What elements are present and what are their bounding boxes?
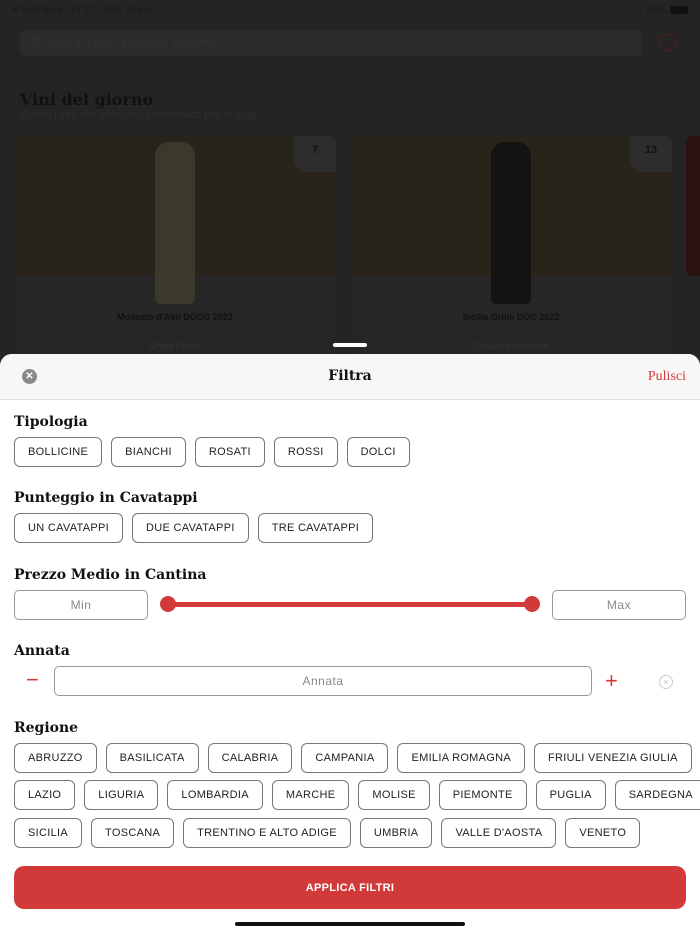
regione-chip[interactable]: CALABRIA <box>207 743 293 773</box>
regione-chip[interactable]: TRENTINO E ALTO ADIGE <box>183 818 351 848</box>
regione-chip[interactable]: LOMBARDIA <box>167 780 263 810</box>
wine-bottle-image <box>491 142 531 304</box>
tipologia-chip[interactable]: DOLCI <box>346 437 410 467</box>
regione-chip[interactable]: MARCHE <box>271 780 350 810</box>
back-to-testflight[interactable]: ◂ TestFlight <box>12 5 62 16</box>
clear-annata-icon[interactable]: × <box>659 675 673 689</box>
wine-name: Moscato d'Asti DOCG 2023 <box>117 312 233 322</box>
annata-input[interactable]: Annata <box>54 666 592 696</box>
search-icon: ⚲ <box>30 35 41 51</box>
punteggio-chip[interactable]: TRE CAVATAPPI <box>257 513 374 543</box>
tipologia-label: Tipologia <box>14 414 88 430</box>
regione-chip[interactable]: TOSCANA <box>91 818 175 848</box>
regione-chip[interactable]: VENETO <box>565 818 641 848</box>
tipologia-chip[interactable]: BOLLICINE <box>14 437 103 467</box>
sheet-title: Filtra <box>328 368 372 384</box>
regione-chip[interactable]: UMBRIA <box>359 818 433 848</box>
annata-label: Annata <box>14 643 70 659</box>
sheet-grabber[interactable] <box>333 343 367 347</box>
sheet-header: ✕ Filtra Pulisci <box>0 354 700 400</box>
tipologia-chip[interactable]: ROSATI <box>194 437 265 467</box>
status-bar: ◂ TestFlight 17:21 Sab 28 set ◠ 98% <box>0 0 700 20</box>
regione-chip[interactable]: MOLISE <box>358 780 430 810</box>
wine-card[interactable]: 7 Moscato d'Asti DOCG 2023 Ghiga Enrico <box>14 136 336 366</box>
regione-chip[interactable]: CAMPANIA <box>301 743 389 773</box>
regione-chip[interactable]: PIEMONTE <box>438 780 527 810</box>
tipologia-chip[interactable]: ROSSI <box>273 437 338 467</box>
apply-filters-button[interactable]: APPLICA FILTRI <box>14 866 686 909</box>
price-max-handle[interactable] <box>524 596 540 612</box>
regione-chip[interactable]: LAZIO <box>14 780 76 810</box>
price-min-input[interactable]: Min <box>14 590 148 620</box>
wine-name: Sicilia Grillo DOC 2022 <box>462 312 560 322</box>
punteggio-chip[interactable]: DUE CAVATAPPI <box>132 513 249 543</box>
plus-icon[interactable]: + <box>605 670 618 692</box>
regione-chip[interactable]: EMILIA ROMAGNA <box>397 743 526 773</box>
search-input[interactable]: ⚲ Cerca Vino, Azienda, Vitigno <box>20 30 642 56</box>
price-max-input[interactable]: Max <box>552 590 686 620</box>
battery-icon <box>670 6 688 14</box>
regione-chip[interactable]: VALLE D'AOSTA <box>441 818 557 848</box>
wine-producer: Ghiga Enrico <box>148 341 202 351</box>
wine-card[interactable]: 13 Sicilia Grillo DOC 2022 Catalano Viti… <box>350 136 672 366</box>
wine-producer: Catalano Viticoltori <box>473 341 549 351</box>
regione-chip[interactable]: PUGLIA <box>535 780 606 810</box>
regione-chip[interactable]: ABRUZZO <box>14 743 97 773</box>
regione-chip[interactable]: SARDEGNA <box>614 780 700 810</box>
clear-button[interactable]: Pulisci <box>648 369 686 385</box>
regione-chip[interactable]: LIGURIA <box>84 780 159 810</box>
tipologia-chip[interactable]: BIANCHI <box>111 437 186 467</box>
regione-chip[interactable]: SICILIA <box>14 818 83 848</box>
prezzo-label: Prezzo Medio in Cantina <box>14 567 207 583</box>
wine-bottle-image <box>155 142 195 304</box>
punteggio-label: Punteggio in Cavatappi <box>14 490 198 506</box>
battery-level: 98% <box>645 4 666 16</box>
price-min-handle[interactable] <box>160 596 176 612</box>
home-indicator <box>235 922 465 926</box>
card-badge: 13 <box>630 136 672 172</box>
filter-icon[interactable] <box>659 34 676 51</box>
time: 17:21 <box>70 4 96 16</box>
filter-sheet: ✕ Filtra Pulisci Tipologia BOLLICINE BIAN… <box>0 354 700 933</box>
date: Sab 28 set <box>103 4 152 16</box>
section-title: Vini del giorno <box>20 90 154 109</box>
punteggio-chip[interactable]: UN CAVATAPPI <box>14 513 124 543</box>
price-range-track[interactable] <box>168 602 532 607</box>
wine-card-partial[interactable] <box>686 136 700 276</box>
regione-label: Regione <box>14 720 79 736</box>
minus-icon[interactable]: − <box>26 669 39 691</box>
regione-chip[interactable]: BASILICATA <box>105 743 199 773</box>
card-badge: 7 <box>294 136 336 172</box>
regione-chip[interactable]: FRIULI VENEZIA GIULIA <box>534 743 692 773</box>
search-placeholder: Cerca Vino, Azienda, Vitigno <box>48 35 213 50</box>
wifi-icon: ◠ <box>633 4 642 16</box>
section-subtitle: Scopri i vini che abbiamo selezionato pe… <box>20 109 257 121</box>
